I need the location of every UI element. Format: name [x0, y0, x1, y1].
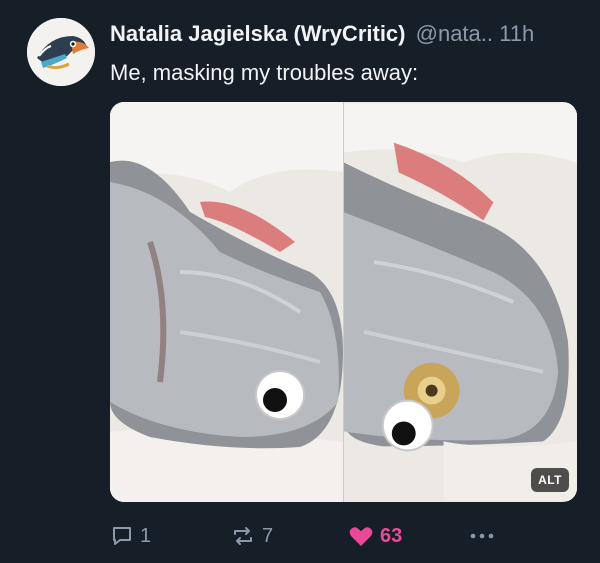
heart-icon: [349, 527, 373, 546]
media-gallery[interactable]: ALT: [110, 102, 577, 502]
more-options-button[interactable]: [468, 518, 496, 554]
avatar[interactable]: [27, 18, 95, 86]
fish-with-googly-eye-image: [110, 102, 343, 502]
fish-photo-right[interactable]: ALT: [343, 102, 577, 502]
like-count: 63: [380, 524, 403, 547]
author-name[interactable]: Natalia Jagielska (WryCritic): [110, 21, 406, 46]
speech-bubble-icon: [113, 527, 131, 545]
ellipsis-icon: [470, 533, 494, 539]
alt-text-badge[interactable]: ALT: [531, 468, 569, 492]
post-text: Me, masking my troubles away:: [110, 60, 419, 85]
fish-with-googly-eye-image: [344, 102, 577, 502]
reply-count: 1: [140, 524, 152, 547]
repost-button[interactable]: 7: [230, 518, 273, 554]
fish-photo-left[interactable]: [110, 102, 343, 502]
bird-illustration-icon: [27, 18, 95, 86]
post-actions: 1 7 63: [110, 518, 580, 554]
post-timestamp[interactable]: 11h: [499, 21, 534, 46]
reply-button[interactable]: 1: [110, 518, 151, 554]
repost-count: 7: [262, 524, 274, 547]
author-handle[interactable]: @nata..: [416, 21, 493, 46]
post-header: Natalia Jagielska (WryCritic) @nata.. 11…: [110, 20, 534, 48]
like-button[interactable]: 63: [348, 518, 402, 554]
repost-arrows-icon: [234, 527, 252, 545]
post-card: Natalia Jagielska (WryCritic) @nata.. 11…: [0, 0, 600, 563]
